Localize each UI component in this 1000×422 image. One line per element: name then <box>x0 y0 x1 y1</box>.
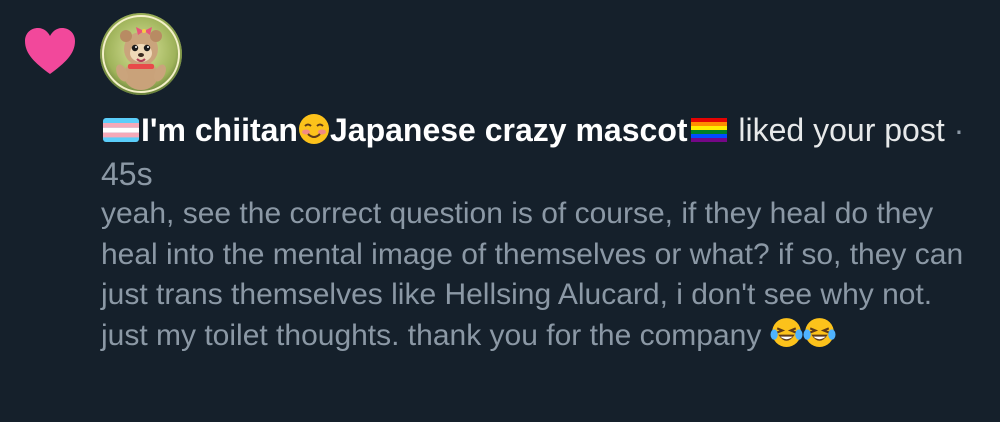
post-preview[interactable]: yeah, see the correct question is of cou… <box>101 194 981 356</box>
transgender-flag-emoji <box>103 118 139 142</box>
smiling-blush-emoji <box>298 114 329 144</box>
laughing-tears-emoji <box>770 317 803 347</box>
heart-icon <box>25 28 75 74</box>
laughing-tears-emoji <box>803 317 836 347</box>
like-notification[interactable]: I'm chiitan Japanese crazy mascot liked … <box>0 0 1000 422</box>
avatar-mascot <box>100 13 182 95</box>
notification-content: I'm chiitan Japanese crazy mascot liked … <box>101 108 981 356</box>
action-text: liked <box>738 112 805 148</box>
timestamp: 45s <box>101 156 153 192</box>
avatar[interactable] <box>100 13 182 95</box>
separator: · <box>953 112 965 148</box>
notification-headline: I'm chiitan Japanese crazy mascot liked … <box>101 108 981 196</box>
rainbow-flag-emoji <box>690 118 727 142</box>
user-name[interactable]: I'm chiitan Japanese crazy mascot <box>141 112 688 148</box>
action-text-line2: your post <box>813 112 945 148</box>
